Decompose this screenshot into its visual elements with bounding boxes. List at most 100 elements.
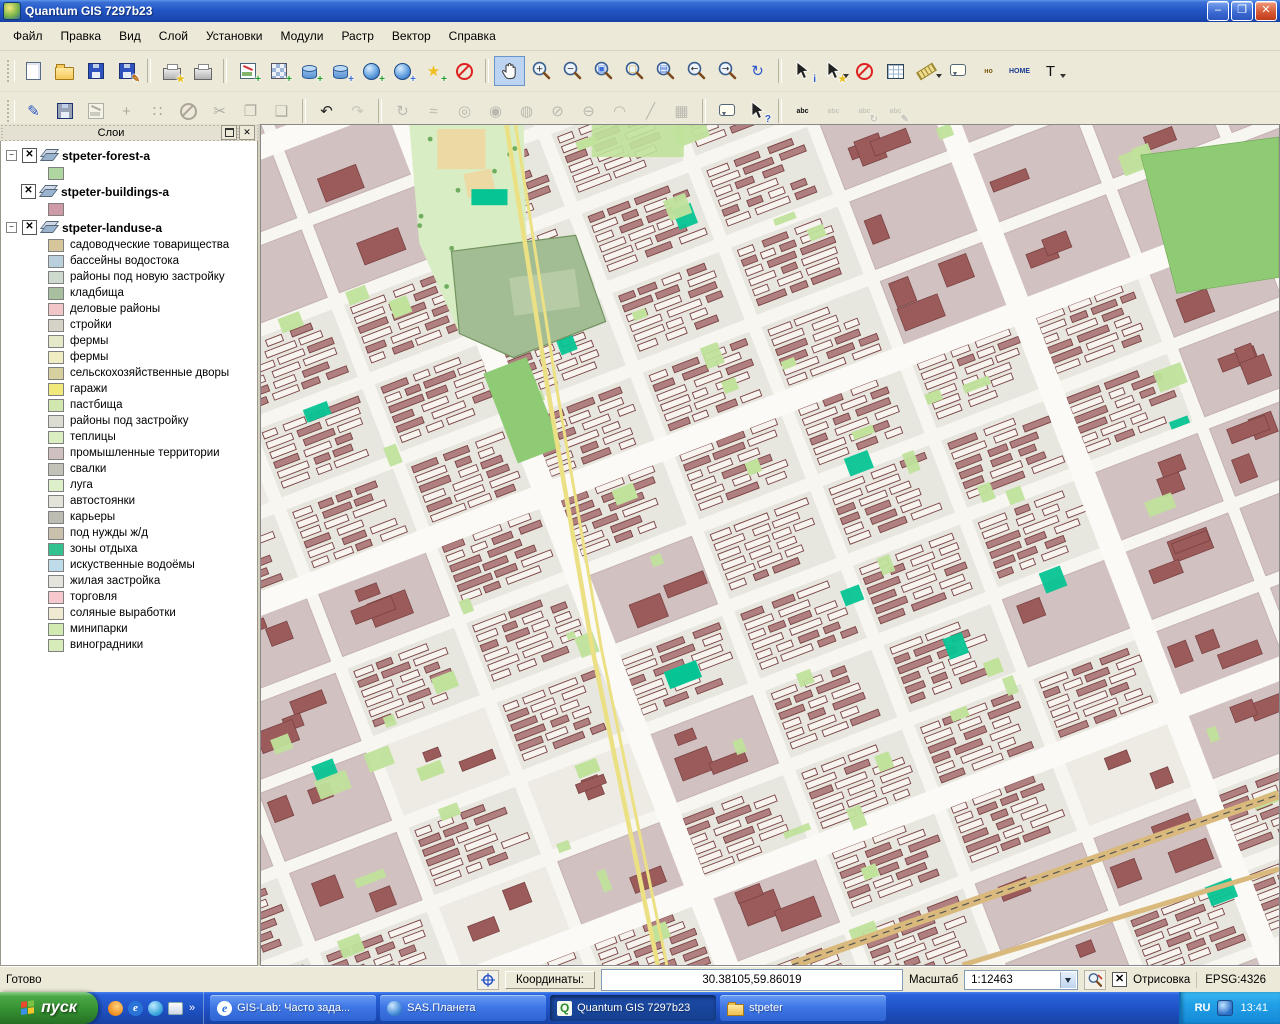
select-features-button[interactable]: ★ [818, 56, 849, 86]
measure-button[interactable] [911, 56, 942, 86]
coordinates-toggle-button[interactable]: Координаты: [505, 971, 595, 989]
annotation-button[interactable] [711, 96, 742, 126]
add-delimited-text-layer-button[interactable]: ★+ [418, 56, 449, 86]
menu-item-1[interactable]: Правка [52, 26, 111, 46]
zoom-full-extent-button[interactable]: ▣ [587, 56, 618, 86]
map-canvas[interactable] [261, 125, 1279, 965]
legend-swatch [48, 575, 64, 588]
media-player-icon[interactable] [148, 1001, 163, 1016]
task-button[interactable]: SAS.Планета [380, 995, 546, 1021]
save-project-button[interactable] [80, 56, 111, 86]
add-wfs-layer-button[interactable]: + [387, 56, 418, 86]
coordinates-input[interactable] [601, 969, 903, 991]
panel-float-button[interactable] [221, 125, 237, 140]
map-tips-button[interactable] [942, 56, 973, 86]
expander-icon[interactable] [6, 222, 17, 233]
menu-item-0[interactable]: Файл [4, 26, 52, 46]
text-annotation-button[interactable]: T [1035, 56, 1066, 86]
task-button[interactable]: eGIS-Lab: Часто зада... [210, 995, 376, 1021]
chevron-down-icon[interactable] [1060, 74, 1066, 81]
toolbar-separator [147, 59, 151, 83]
refresh-map-button[interactable]: ↻ [742, 56, 773, 86]
layer-item[interactable]: stpeter-buildings-a [1, 182, 257, 201]
map-viewport[interactable] [260, 124, 1280, 966]
coordinate-capture-button[interactable] [477, 970, 499, 990]
legend-item: кладбища [1, 285, 257, 301]
layer-symbology-row [1, 201, 257, 218]
layer-visibility-checkbox[interactable] [21, 184, 36, 199]
clock: 13:41 [1240, 1002, 1268, 1014]
new-print-composer-button[interactable]: ★ [156, 56, 187, 86]
layer-visibility-checkbox[interactable] [22, 220, 37, 235]
whats-this-button[interactable]: ? [742, 96, 773, 126]
show-bookmarks-button[interactable]: HOME [1004, 56, 1035, 86]
task-button[interactable]: stpeter [720, 995, 886, 1021]
legend-swatch [48, 639, 64, 652]
open-project-button[interactable] [49, 56, 80, 86]
quick-launch-overflow-chevron[interactable]: » [188, 1002, 195, 1014]
pan-map-button[interactable] [494, 56, 525, 86]
save-edits-button[interactable] [49, 96, 80, 126]
legend-item: соляные выработки [1, 605, 257, 621]
restore-button[interactable]: ❐ [1231, 1, 1253, 21]
zoom-to-selection-button[interactable]: ▢ [618, 56, 649, 86]
layer-item[interactable]: stpeter-landuse-a [1, 218, 257, 237]
new-project-button[interactable] [18, 56, 49, 86]
toggle-editing-button[interactable]: ✎ [18, 96, 49, 126]
menu-item-8[interactable]: Справка [440, 26, 505, 46]
zoom-out-button[interactable]: − [556, 56, 587, 86]
menu-item-3[interactable]: Слой [150, 26, 197, 46]
add-spatialite-layer-button[interactable]: + [325, 56, 356, 86]
legend-label: пастбища [70, 399, 123, 411]
add-postgis-layer-button[interactable]: + [294, 56, 325, 86]
node-tool-button: ∷ [142, 96, 173, 126]
task-button[interactable]: QQuantum GIS 7297b23 [550, 995, 716, 1021]
scale-combo[interactable]: 1:12463 [964, 970, 1078, 990]
undo-button[interactable]: ↶ [311, 96, 342, 126]
add-vector-layer-button[interactable]: + [232, 56, 263, 86]
open-attribute-table-button[interactable] [880, 56, 911, 86]
composer-manager-button[interactable] [187, 56, 218, 86]
legend-label: виноградники [70, 639, 143, 651]
layer-item[interactable]: stpeter-forest-a [1, 146, 257, 165]
chevron-down-icon[interactable] [1060, 972, 1076, 988]
layer-icon [41, 149, 58, 162]
layer-name: stpeter-forest-a [62, 149, 150, 163]
menu-item-2[interactable]: Вид [110, 26, 150, 46]
expander-icon[interactable] [6, 150, 17, 161]
start-button[interactable]: пуск [0, 992, 98, 1024]
language-indicator[interactable]: RU [1195, 1002, 1211, 1014]
toolbar-grip[interactable] [7, 60, 15, 82]
zoom-last-button[interactable]: ← [680, 56, 711, 86]
show-desktop-icon[interactable] [168, 1002, 183, 1015]
labeling-button[interactable]: abc [787, 96, 818, 126]
minimize-button[interactable]: – [1207, 1, 1229, 21]
zoom-in-button[interactable]: + [525, 56, 556, 86]
tray-icon[interactable] [1217, 1000, 1233, 1016]
menu-item-4[interactable]: Установки [197, 26, 271, 46]
menu-item-7[interactable]: Вектор [383, 26, 440, 46]
deselect-features-button[interactable] [849, 56, 880, 86]
zoom-next-button[interactable]: → [711, 56, 742, 86]
internet-explorer-icon[interactable]: e [128, 1001, 143, 1016]
firefox-icon[interactable] [108, 1001, 123, 1016]
remove-layer-button[interactable] [449, 56, 480, 86]
add-raster-layer-button[interactable]: + [263, 56, 294, 86]
legend-item: гаражи [1, 381, 257, 397]
add-wms-layer-button[interactable]: + [356, 56, 387, 86]
legend-item: торговля [1, 589, 257, 605]
panel-close-button[interactable] [239, 125, 255, 140]
zoom-to-scale-button[interactable] [1084, 970, 1106, 990]
close-button[interactable]: ✕ [1255, 1, 1277, 21]
zoom-to-layer-button[interactable]: ▤ [649, 56, 680, 86]
add-vector-layer-badge-icon: + [255, 75, 261, 85]
identify-features-button[interactable]: i [787, 56, 818, 86]
menu-item-6[interactable]: Растр [332, 26, 382, 46]
toolbar-grip[interactable] [7, 100, 15, 122]
crs-status[interactable]: EPSG:4326 [1196, 972, 1274, 988]
layer-visibility-checkbox[interactable] [22, 148, 37, 163]
new-bookmark-button[interactable]: но [973, 56, 1004, 86]
menu-item-5[interactable]: Модули [271, 26, 332, 46]
save-project-as-button[interactable]: ✎ [111, 56, 142, 86]
render-checkbox[interactable] [1112, 972, 1127, 987]
